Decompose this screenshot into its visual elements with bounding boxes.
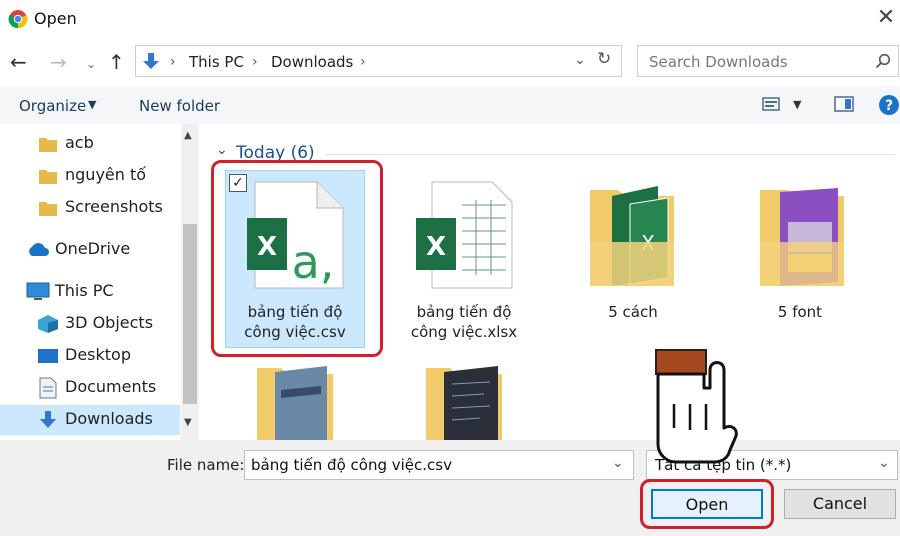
sidebar-item-documents[interactable]: Documents <box>0 373 180 403</box>
scroll-down-icon[interactable]: ▼ <box>184 417 192 428</box>
sidebar-item-label: Documents <box>65 377 157 396</box>
breadcrumb-this-pc[interactable]: This PC <box>189 53 244 71</box>
sidebar-item-3d-objects[interactable]: 3D Objects <box>0 309 180 339</box>
sidebar-item-desktop[interactable]: Desktop <box>0 341 180 371</box>
folder-icon[interactable] <box>424 360 504 440</box>
scroll-up-icon[interactable]: ▲ <box>184 130 192 141</box>
file-name-input[interactable]: bảng tiến độ công việc.csv <box>251 456 452 474</box>
breadcrumb-separator-icon: › <box>360 54 366 70</box>
sidebar-item-label: OneDrive <box>55 239 131 258</box>
breadcrumb-downloads[interactable]: Downloads <box>271 53 353 71</box>
folder-icon <box>39 202 57 216</box>
highlight-box-csv <box>211 160 383 357</box>
recent-chevron-icon[interactable]: ⌄ <box>86 52 96 76</box>
cloud-icon <box>29 243 49 256</box>
sidebar-item-label: Downloads <box>65 409 153 428</box>
preview-pane-icon[interactable] <box>834 96 854 112</box>
search-icon <box>875 53 891 69</box>
breadcrumb-separator-icon: › <box>170 54 176 70</box>
sidebar-item-onedrive[interactable]: OneDrive <box>0 235 180 265</box>
search-input[interactable]: Search Downloads <box>649 53 788 71</box>
group-divider <box>325 154 895 155</box>
folder-icon <box>39 138 57 152</box>
view-options-icon[interactable] <box>762 97 780 111</box>
breadcrumb-separator-icon: › <box>252 54 258 70</box>
sidebar-item-nguyen-to[interactable]: nguyên tố <box>0 161 180 191</box>
scrollbar-thumb[interactable] <box>183 224 197 404</box>
new-folder-button[interactable]: New folder <box>139 97 220 115</box>
up-arrow-icon[interactable]: ↑ <box>108 50 125 74</box>
collapse-group-icon[interactable]: ⌄ <box>216 142 228 158</box>
document-icon <box>39 377 57 399</box>
computer-icon <box>26 282 50 300</box>
sidebar-item-label: 3D Objects <box>65 313 154 332</box>
pointing-hand-icon <box>655 349 738 464</box>
folder-item-5-cach[interactable] <box>563 175 703 325</box>
highlight-box-open <box>640 479 774 529</box>
organize-menu[interactable]: Organize <box>19 97 86 115</box>
window-title: Open <box>34 9 77 28</box>
chrome-icon <box>8 10 28 29</box>
file-type-dropdown-icon[interactable]: ⌄ <box>878 455 890 471</box>
file-item-xlsx[interactable] <box>394 175 534 345</box>
sidebar-item-label: Screenshots <box>65 197 163 216</box>
refresh-icon[interactable]: ↻ <box>597 49 611 69</box>
sidebar-item-acb[interactable]: acb <box>0 129 180 159</box>
close-icon[interactable]: ✕ <box>874 4 898 32</box>
sidebar-item-screenshots[interactable]: Screenshots <box>0 193 180 223</box>
sidebar-item-downloads[interactable]: Downloads <box>0 405 180 435</box>
file-name-label: File name: <box>167 456 245 474</box>
file-name-dropdown-icon[interactable]: ⌄ <box>612 455 624 471</box>
svg-text:?: ? <box>885 98 893 114</box>
folder-icon <box>39 170 57 184</box>
sidebar-item-label: Desktop <box>65 345 131 364</box>
sidebar-item-label: nguyên tố <box>65 165 147 184</box>
download-location-icon <box>143 53 159 69</box>
download-icon <box>40 411 56 428</box>
sidebar-item-label: acb <box>65 133 94 152</box>
address-dropdown-icon[interactable]: ⌄ <box>574 52 586 68</box>
sidebar-item-this-pc[interactable]: This PC <box>0 277 180 307</box>
cube-icon <box>38 315 58 333</box>
help-icon[interactable]: ? <box>878 94 900 116</box>
sidebar-item-label: This PC <box>55 281 114 300</box>
desktop-icon <box>38 349 58 363</box>
forward-arrow-icon[interactable]: → <box>50 50 67 74</box>
folder-item-5-font[interactable] <box>730 175 870 325</box>
view-dropdown-icon[interactable]: ▼ <box>793 98 801 111</box>
back-arrow-icon[interactable]: ← <box>10 50 27 74</box>
organize-dropdown-icon[interactable]: ▼ <box>88 98 96 111</box>
title-bar <box>0 0 900 40</box>
folder-icon[interactable] <box>255 360 335 440</box>
cancel-button[interactable]: Cancel <box>784 489 896 519</box>
